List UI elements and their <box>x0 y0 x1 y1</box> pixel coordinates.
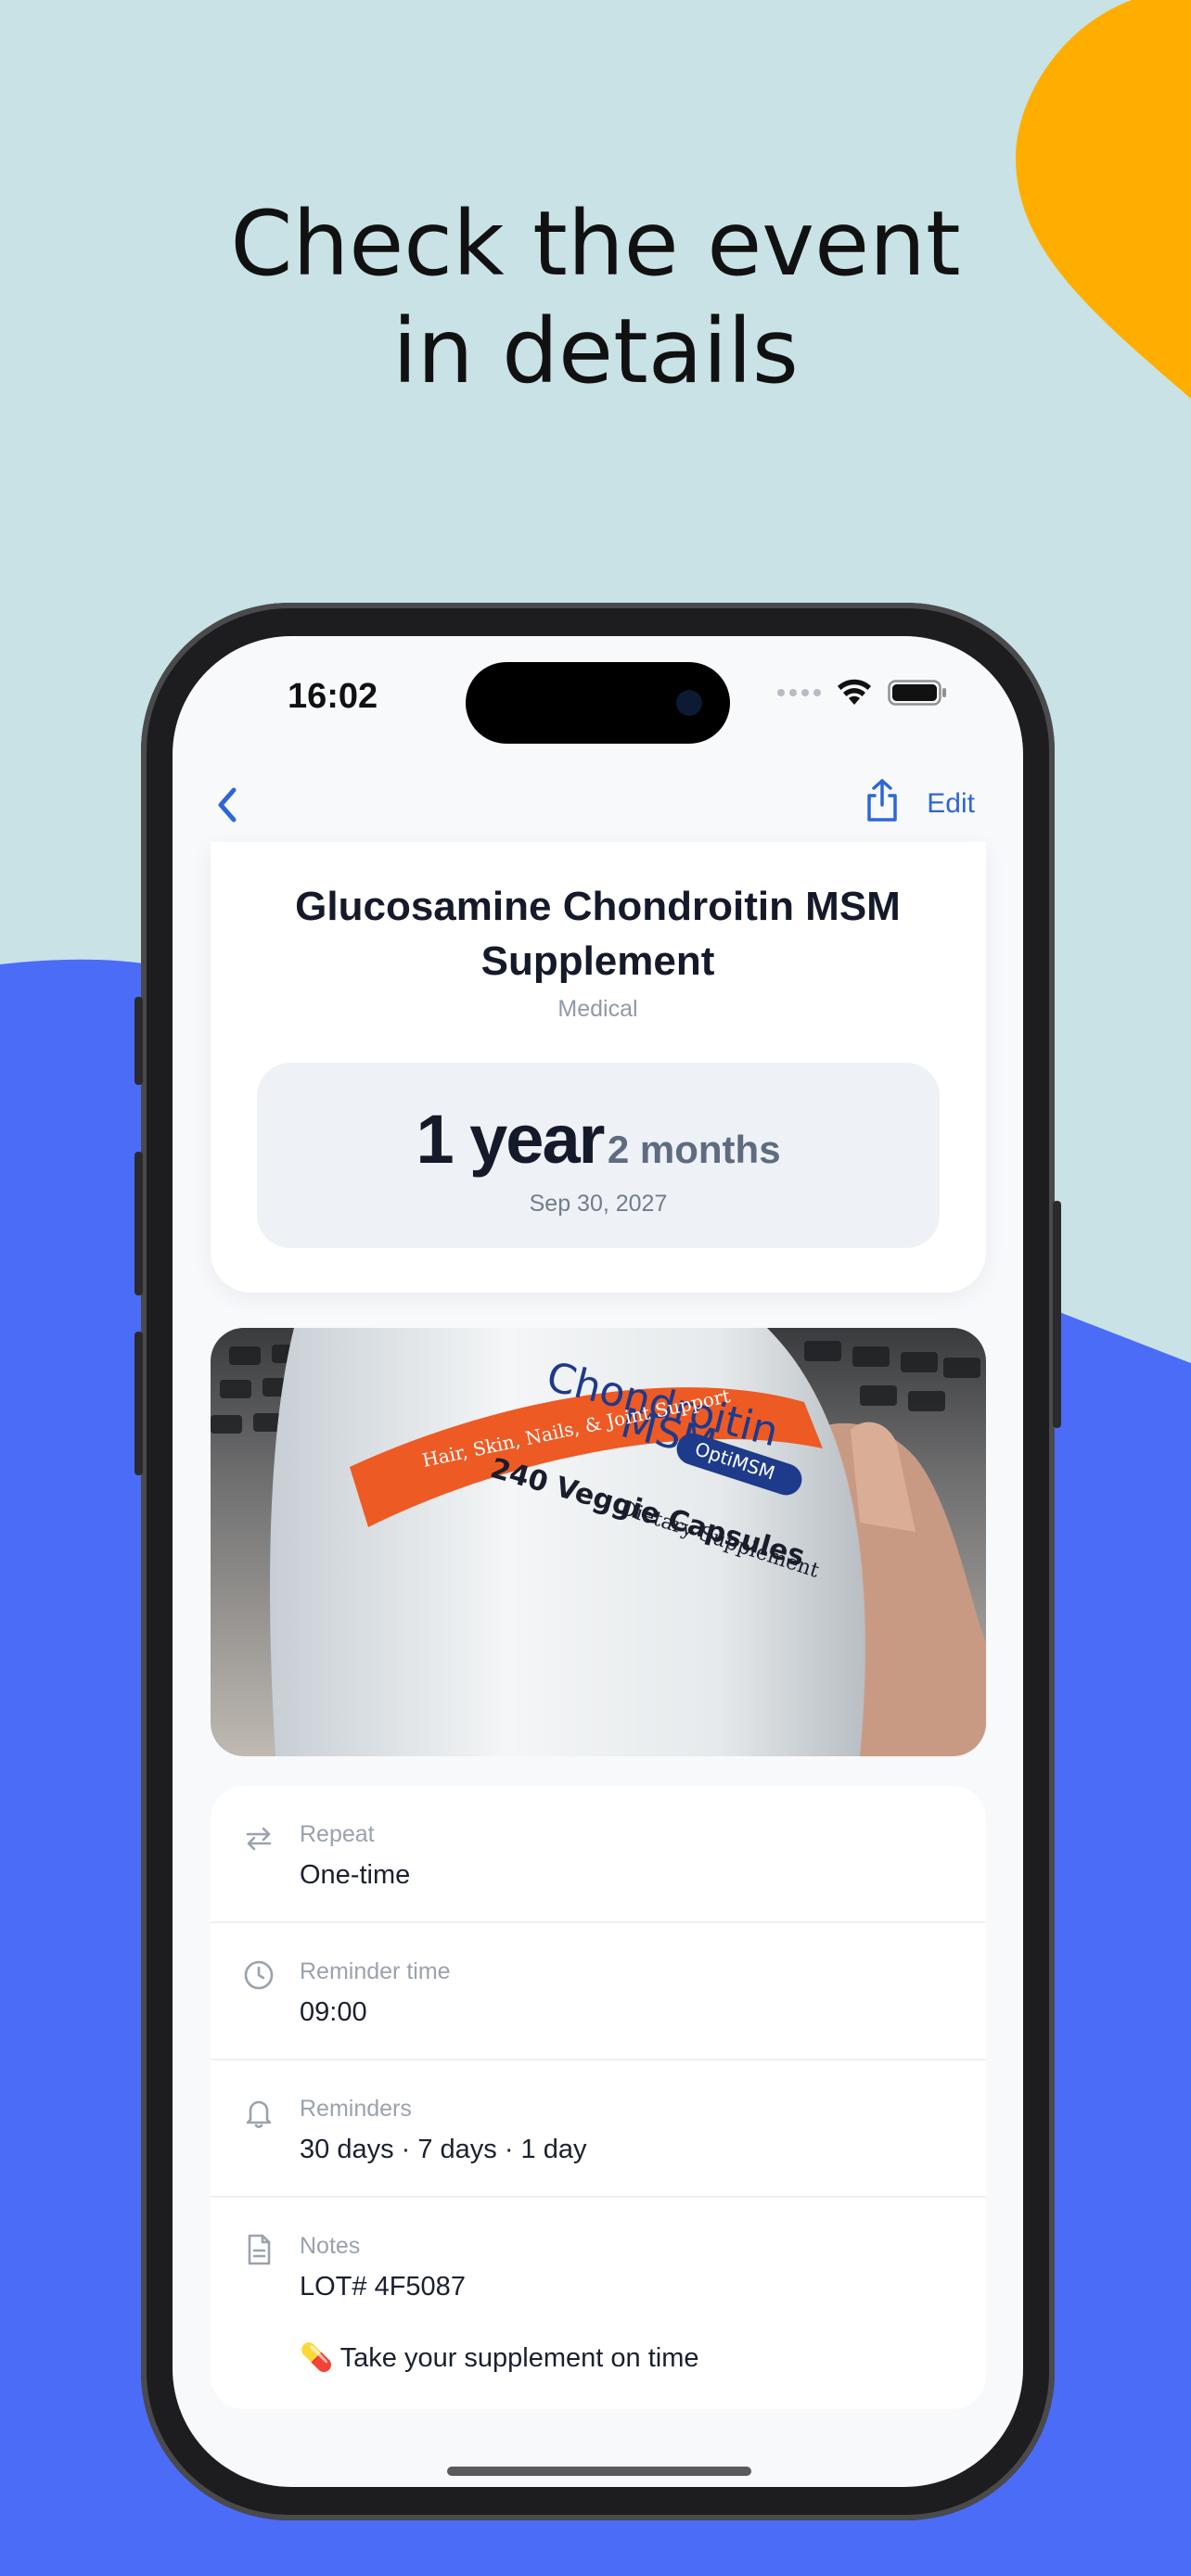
reminder-time-row[interactable]: Reminder time 09:00 <box>211 1923 986 2060</box>
document-icon <box>248 2234 271 2265</box>
row-label: Reminders <box>300 2096 412 2122</box>
wifi-icon <box>838 679 871 705</box>
row-label: Repeat <box>300 1821 375 1847</box>
back-button[interactable] <box>210 783 247 827</box>
dynamic-island <box>466 662 730 744</box>
chevron-left-icon <box>218 787 237 823</box>
event-date: Sep 30, 2027 <box>529 1191 668 1217</box>
battery-icon <box>888 680 946 706</box>
power-button <box>1053 1201 1061 1428</box>
row-value: LOT# 4F5087 <box>300 2272 466 2302</box>
event-title-line-2: Supplement <box>480 938 715 984</box>
status-icons <box>777 679 947 707</box>
camera-icon <box>676 690 702 716</box>
share-icon <box>867 779 897 822</box>
event-title: Glucosamine Chondroitin MSM Supplement <box>173 879 1023 988</box>
row-value: 09:00 <box>300 1997 367 2027</box>
bell-icon <box>246 2100 272 2128</box>
event-photo[interactable]: Chondroitin MSM Hair, Skin, Nails, & Joi… <box>211 1328 986 1756</box>
countdown-sub: 2 months <box>607 1128 781 1171</box>
reminders-row[interactable]: Reminders 30 days · 7 days · 1 day <box>211 2060 986 2198</box>
countdown-main: 1 year <box>416 1101 605 1178</box>
event-category: Medical <box>557 996 638 1022</box>
row-label: Notes <box>300 2233 361 2259</box>
home-indicator[interactable] <box>447 2467 751 2476</box>
share-button[interactable] <box>862 777 903 823</box>
phone-screen: 16:02 Edit Glucosamine Chondroitin MSM S… <box>173 636 1023 2487</box>
status-time: 16:02 <box>288 677 378 716</box>
row-label: Reminder time <box>300 1958 451 1984</box>
note-extra-text: 💊 Take your supplement on time <box>300 2343 699 2373</box>
row-value: One-time <box>300 1860 411 1890</box>
clock-icon <box>244 1960 274 1990</box>
edit-button[interactable]: Edit <box>927 788 975 820</box>
countdown-box: 1 year 2 months Sep 30, 2027 <box>257 1063 940 1248</box>
notes-row[interactable]: Notes LOT# 4F5087 💊 Take your supplement… <box>211 2198 986 2409</box>
action-button <box>134 997 143 1085</box>
signal-icon <box>777 689 821 696</box>
headline-line-2: in details <box>392 300 799 403</box>
repeat-icon <box>246 1827 272 1851</box>
volume-down-button <box>134 1332 143 1475</box>
countdown-line: 1 year 2 months <box>257 1100 940 1179</box>
event-title-line-1: Glucosamine Chondroitin MSM <box>295 884 901 929</box>
details-card: Repeat One-time Reminder time 09:00 Remi… <box>211 1786 986 2409</box>
headline: Check the event in details <box>0 190 1191 405</box>
headline-line-1: Check the event <box>230 192 961 296</box>
row-value: 30 days · 7 days · 1 day <box>300 2135 587 2164</box>
repeat-row[interactable]: Repeat One-time <box>211 1786 986 1923</box>
volume-up-button <box>134 1152 143 1295</box>
